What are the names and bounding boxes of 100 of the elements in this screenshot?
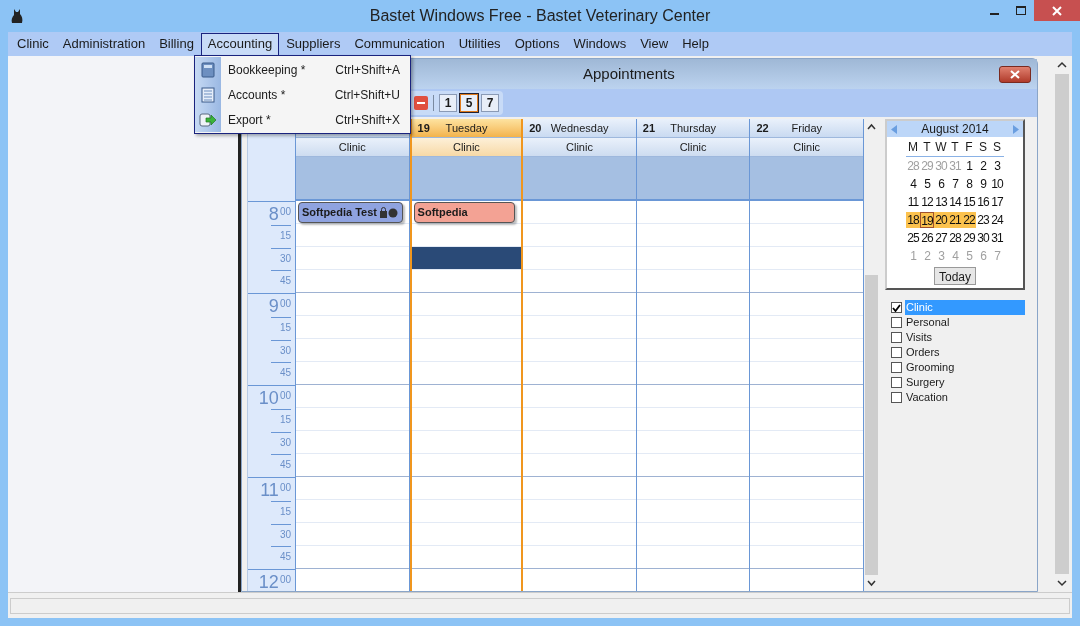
checkbox[interactable] xyxy=(890,377,902,388)
menu-item[interactable]: Clinic xyxy=(10,33,56,55)
view-button[interactable]: 1 xyxy=(439,94,457,112)
category-item[interactable]: Grooming xyxy=(904,360,1025,375)
calendar-day[interactable]: 27 xyxy=(933,230,948,246)
checkbox[interactable] xyxy=(890,347,902,358)
menu-entry[interactable]: Export * Ctrl+Shift+X xyxy=(195,107,410,132)
menu-item[interactable]: Communication xyxy=(347,33,452,55)
calendar-day[interactable]: 15 xyxy=(961,194,976,210)
calendar-day[interactable]: 12 xyxy=(919,194,934,210)
close-button[interactable] xyxy=(999,65,1031,83)
day-header[interactable]: 19 Tuesday xyxy=(411,119,522,138)
category-item[interactable]: Personal xyxy=(904,315,1025,330)
category-header: Clinic xyxy=(296,138,409,157)
category-header: Clinic xyxy=(411,138,522,157)
menu-item[interactable]: Windows xyxy=(566,33,634,55)
category-item[interactable]: Visits xyxy=(904,330,1025,345)
today-button[interactable]: Today xyxy=(933,267,976,285)
category-item[interactable]: Surgery xyxy=(904,375,1025,390)
close-icon xyxy=(1010,69,1020,79)
minute-label: 45 xyxy=(271,362,291,385)
weekday-label: F xyxy=(964,139,974,156)
calendar-day[interactable]: 17 xyxy=(989,194,1004,210)
hour-label: 11$^{00}$ xyxy=(260,479,291,501)
view-button[interactable]: 7 xyxy=(481,94,499,112)
appointment-title: Softpedia Test xyxy=(302,205,377,221)
menu-item[interactable]: Accounting xyxy=(200,33,280,55)
minute-label: 15 xyxy=(271,501,291,524)
calendar-day[interactable]: 28 xyxy=(947,230,962,246)
calendar-day[interactable]: 26 xyxy=(919,230,934,246)
calendar-day[interactable]: 25 xyxy=(905,230,920,246)
calendar-day[interactable]: 23 xyxy=(975,212,990,228)
checkbox[interactable] xyxy=(890,362,902,373)
menu-item[interactable]: Utilities xyxy=(451,33,508,55)
calendar-day[interactable]: 5 xyxy=(919,176,934,192)
weekday-label: S xyxy=(991,139,1002,156)
menu-entry[interactable]: Accounts * Ctrl+Shift+U xyxy=(195,82,410,107)
ledger-icon xyxy=(201,86,215,103)
minute-label: 45 xyxy=(271,454,291,477)
calendar-day[interactable]: 29 xyxy=(961,230,976,246)
calendar-day[interactable]: 4 xyxy=(905,176,920,192)
hour-label: 8$^{00}$ xyxy=(268,203,291,225)
close-icon xyxy=(1052,5,1062,16)
appointment[interactable]: Softpedia xyxy=(413,202,516,223)
calendar-day[interactable]: 18 xyxy=(905,212,920,228)
calendar-day[interactable]: 3 xyxy=(989,158,1004,174)
selected-time-slot[interactable] xyxy=(411,247,522,270)
weekday-label: T xyxy=(922,139,932,156)
minute-label: 15 xyxy=(271,317,291,340)
minute-label: 30 xyxy=(271,523,291,547)
category-header: Clinic xyxy=(636,138,750,157)
calendar-day[interactable]: 11 xyxy=(905,194,920,210)
view-button[interactable]: 5 xyxy=(460,94,478,112)
minute-label: 30 xyxy=(271,247,291,271)
check-icon xyxy=(891,303,901,312)
delete-icon[interactable] xyxy=(414,96,428,110)
minute-label: 15 xyxy=(271,409,291,432)
category-item[interactable]: Orders xyxy=(904,345,1025,360)
month-title: August 2014 xyxy=(920,121,990,138)
weekday-label: W xyxy=(934,139,948,156)
weekday-label: S xyxy=(977,139,988,156)
menu-item[interactable]: View xyxy=(633,33,676,55)
export-icon xyxy=(199,112,217,127)
calendar-day[interactable]: 13 xyxy=(933,194,948,210)
calendar-day[interactable]: 24 xyxy=(989,212,1004,228)
menu-entry[interactable]: Bookkeeping * Ctrl+Shift+A xyxy=(195,57,410,82)
book-icon xyxy=(201,61,215,78)
calendar-day[interactable]: 1 xyxy=(961,158,976,174)
calendar-day[interactable]: 7 xyxy=(947,176,962,192)
calendar-day[interactable]: 10 xyxy=(989,176,1004,192)
day-header[interactable]: 20 Wednesday xyxy=(523,119,636,138)
checkbox[interactable] xyxy=(890,302,902,313)
day-header[interactable]: 21 Thursday xyxy=(636,119,750,138)
cat-icon xyxy=(10,7,24,25)
calendar-day[interactable]: 6 xyxy=(933,176,948,192)
calendar-day[interactable]: 9 xyxy=(975,176,990,192)
hour-label: 12$^{00}$ xyxy=(258,571,291,591)
calendar-day[interactable]: 16 xyxy=(975,194,990,210)
calendar-day[interactable]: 14 xyxy=(947,194,962,210)
checkbox[interactable] xyxy=(890,317,902,328)
menu-item[interactable]: Options xyxy=(507,33,567,55)
hour-label: 9$^{00}$ xyxy=(268,295,291,317)
checkbox[interactable] xyxy=(890,392,902,403)
checkbox[interactable] xyxy=(890,332,902,343)
minute-label: 30 xyxy=(271,431,291,455)
weekday-label: M xyxy=(906,139,919,156)
day-header[interactable]: 22 Friday xyxy=(750,119,863,138)
category-item[interactable]: Vacation xyxy=(904,390,1025,405)
menu-item[interactable]: Help xyxy=(675,33,716,55)
menu-item[interactable]: Billing xyxy=(152,33,201,55)
minimize-icon xyxy=(989,13,999,15)
minute-label: 15 xyxy=(271,225,291,248)
calendar-day[interactable]: 31 xyxy=(989,230,1004,246)
calendar-day[interactable]: 30 xyxy=(975,230,990,246)
appointment[interactable]: Softpedia Test xyxy=(298,202,403,223)
menu-item[interactable]: Administration xyxy=(55,33,153,55)
menu-item[interactable]: Suppliers xyxy=(279,33,348,55)
calendar-day[interactable]: 2 xyxy=(975,158,990,174)
calendar-day[interactable]: 8 xyxy=(961,176,976,192)
minute-label: 30 xyxy=(271,339,291,363)
